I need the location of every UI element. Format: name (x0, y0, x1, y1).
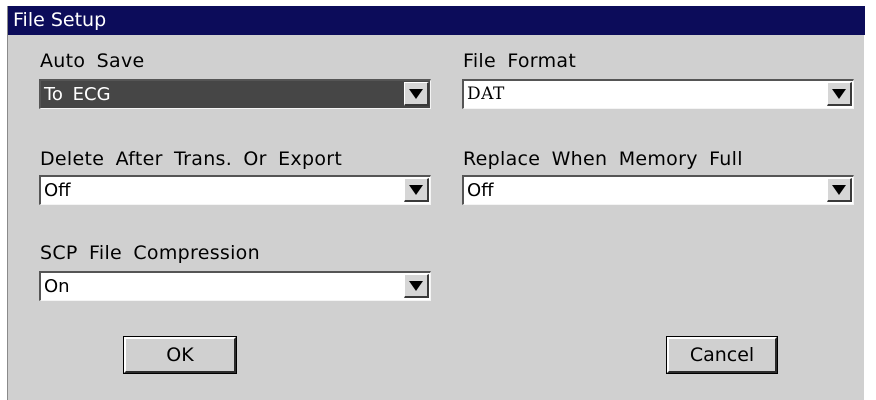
dropdown-arrow-icon (832, 185, 846, 195)
dropdown-arrow-icon (409, 281, 423, 291)
scp-compression-value: On (44, 276, 70, 297)
auto-save-select[interactable]: To ECG (39, 79, 431, 109)
replace-full-value: Off (467, 180, 494, 201)
dropdown-arrow-icon (409, 89, 423, 99)
file-format-value: DAT (467, 84, 505, 104)
dropdown-arrow-icon (409, 185, 423, 195)
delete-after-dropdown-button[interactable] (404, 178, 429, 202)
dialog-title: File Setup (8, 6, 865, 35)
replace-full-select[interactable]: Off (462, 175, 854, 205)
auto-save-label: Auto Save (40, 50, 145, 72)
file-format-label: File Format (463, 50, 577, 72)
replace-full-label: Replace When Memory Full (463, 148, 743, 170)
replace-full-dropdown-button[interactable] (827, 178, 852, 202)
delete-after-label: Delete After Trans. Or Export (40, 148, 343, 170)
dropdown-arrow-icon (832, 89, 846, 99)
file-format-select[interactable]: DAT (462, 79, 854, 109)
scp-compression-dropdown-button[interactable] (404, 274, 429, 298)
auto-save-value: To ECG (44, 84, 111, 105)
cancel-button[interactable]: Cancel (666, 336, 778, 374)
scp-compression-label: SCP File Compression (40, 242, 260, 264)
file-format-dropdown-button[interactable] (827, 82, 852, 106)
delete-after-select[interactable]: Off (39, 175, 431, 205)
auto-save-dropdown-button[interactable] (404, 82, 429, 106)
file-setup-dialog: File Setup Auto Save To ECG File Format … (7, 6, 865, 400)
delete-after-value: Off (44, 180, 71, 201)
ok-button[interactable]: OK (123, 336, 237, 374)
scp-compression-select[interactable]: On (39, 271, 431, 301)
